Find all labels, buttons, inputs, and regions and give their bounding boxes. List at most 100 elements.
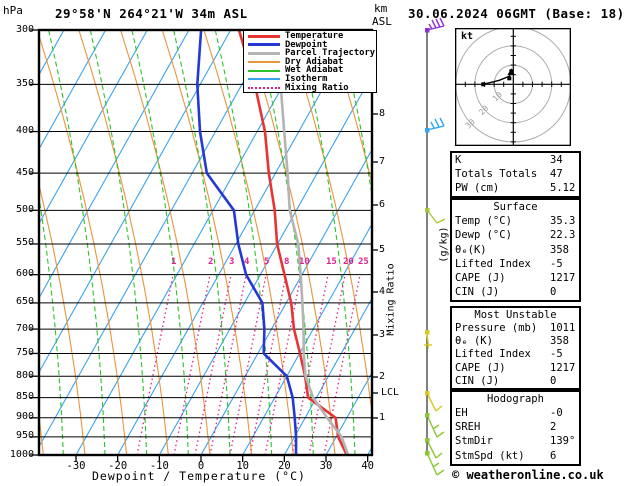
table-section-title: Hodograph xyxy=(487,393,544,405)
hodograph-stats-table: Hodograph EH -0 SREH 2 StmDir 139° StmSpd (kt) 6 xyxy=(450,390,581,466)
legend-line-sample-icon xyxy=(248,86,280,89)
temperature-tick-label: 10 xyxy=(236,460,249,472)
metric-value: -5 xyxy=(550,348,563,361)
pressure-tick-label: 400 xyxy=(15,125,34,137)
km-tick-label: 5 xyxy=(379,244,386,255)
mixing-ratio-axis-unit: (g/kg) xyxy=(438,226,450,263)
pressure-tick-label: 750 xyxy=(15,346,34,358)
dry-adiabat-line xyxy=(78,30,169,455)
table-row: Totals Totals 47 xyxy=(452,167,579,181)
metric-label: θₑ (K) xyxy=(455,335,493,348)
metric-label: θₑ(K) xyxy=(455,243,487,256)
temperature-tick-label: -10 xyxy=(149,460,169,472)
table-section-title: Most Unstable xyxy=(474,309,557,321)
station-coordinates-title: 29°58'N 264°21'W 34m ASL xyxy=(55,6,248,21)
temperature-curve xyxy=(237,30,348,455)
hodograph-trace-marker xyxy=(507,76,512,81)
metric-label: Temp (°C) xyxy=(455,215,512,227)
metric-value: 0 xyxy=(550,374,557,387)
km-tick-label: 3 xyxy=(379,329,386,340)
skewt-sounding-app: hPa 29°58'N 264°21'W 34m ASL km ASL 30.0… xyxy=(0,0,629,486)
metric-value: -0 xyxy=(550,407,563,419)
pressure-tick-label: 500 xyxy=(15,203,34,215)
temperature-tick-label: 0 xyxy=(197,460,205,472)
metric-value: 34 xyxy=(550,154,563,166)
km-tick-label: 2 xyxy=(379,371,386,382)
table-row: θₑ(K) 358 xyxy=(452,243,579,257)
mixing-ratio-value-label: 2 xyxy=(208,257,214,267)
wind-barb xyxy=(425,391,443,412)
metric-label: Totals Totals xyxy=(455,168,538,180)
legend-line-sample-icon xyxy=(248,69,280,72)
pressure-tick-label: 800 xyxy=(15,369,34,381)
table-section-title: Surface xyxy=(493,201,538,213)
metric-label: PW (cm) xyxy=(455,182,500,194)
mixing-ratio-value-label: 5 xyxy=(264,257,270,267)
parcel-trajectory-curve xyxy=(276,30,350,455)
table-row: CAPE (J) 1217 xyxy=(452,271,579,285)
km-tick-label: 6 xyxy=(379,199,386,210)
altitude-unit-km-label: km xyxy=(374,2,388,15)
metric-label: Lifted Index xyxy=(455,257,531,270)
pressure-tick-label: 900 xyxy=(15,411,34,423)
mixing-ratio-value-label: 25 xyxy=(358,257,369,267)
table-row: EH -0 xyxy=(452,406,579,420)
dry-adiabat-line xyxy=(328,30,372,187)
metric-value: 2 xyxy=(550,421,557,434)
metric-label: StmDir xyxy=(455,435,493,448)
temperature-tick-label: 30 xyxy=(319,460,333,472)
metric-label: StmSpd (kt) xyxy=(455,449,525,462)
legend-line-sample-icon xyxy=(248,78,280,81)
table-row: Lifted Index -5 xyxy=(452,348,579,361)
mixing-ratio-value-label: 4 xyxy=(244,257,250,267)
metric-value: -5 xyxy=(550,257,563,270)
legend-line-sample-icon xyxy=(248,34,280,38)
lcl-label: LCL xyxy=(381,387,400,398)
metric-label: Dewp (°C) xyxy=(455,229,512,242)
metric-label: K xyxy=(455,154,462,166)
dry-adiabat-line xyxy=(0,30,2,455)
metric-label: Pressure (mb) xyxy=(455,322,538,334)
mixing-ratio-line xyxy=(173,274,211,455)
km-tick-label: 7 xyxy=(379,156,386,167)
mixing-ratio-line xyxy=(194,274,232,455)
mixing-ratio-line xyxy=(308,274,346,455)
table-row: CAPE (J) 1217 xyxy=(452,362,579,375)
pressure-tick-label: 450 xyxy=(15,166,34,178)
metric-value: 22.3 xyxy=(550,229,576,242)
pressure-tick-label: 550 xyxy=(15,237,34,249)
metric-value: 47 xyxy=(550,168,563,180)
mixing-ratio-value-label: 1 xyxy=(171,257,177,267)
hodograph-ring-label: 20 xyxy=(477,104,490,117)
metric-value: 1217 xyxy=(550,361,576,374)
temperature-tick-label: -30 xyxy=(66,460,86,472)
table-row: CIN (J) 0 xyxy=(452,375,579,388)
pressure-tick-label: 950 xyxy=(15,430,34,442)
temperature-tick-label: 40 xyxy=(361,460,374,472)
mixing-ratio-value-label: 15 xyxy=(326,257,337,267)
wind-barb xyxy=(424,330,432,349)
altitude-unit-asl-label: ASL xyxy=(372,15,392,28)
km-tick-label: 8 xyxy=(379,108,386,119)
table-row: Lifted Index -5 xyxy=(452,257,579,271)
hodograph-trace xyxy=(483,70,512,85)
metric-label: CIN (J) xyxy=(455,374,500,387)
legend-item-label: Mixing Ratio xyxy=(285,82,349,93)
metric-value: 0 xyxy=(550,286,557,299)
pressure-unit-label: hPa xyxy=(3,4,23,17)
table-row: θₑ (K) 358 xyxy=(452,335,579,348)
mixing-ratio-axis-label: Mixing Ratio xyxy=(385,263,397,336)
table-row: PW (cm) 5.12 xyxy=(452,181,579,195)
metric-value: 35.3 xyxy=(550,215,576,227)
legend-item: Mixing Ratio xyxy=(248,82,376,93)
table-row: Dewp (°C) 22.3 xyxy=(452,228,579,242)
hodograph-trace-marker xyxy=(481,82,486,87)
metric-label: CAPE (J) xyxy=(455,272,506,285)
pressure-tick-label: 700 xyxy=(15,322,34,334)
mixing-ratio-value-label: 8 xyxy=(284,257,290,267)
metric-value: 6 xyxy=(550,449,557,462)
wind-barb xyxy=(425,413,445,438)
pressure-tick-label: 300 xyxy=(15,23,34,35)
dry-adiabat-line xyxy=(39,33,128,455)
metric-value: 1217 xyxy=(550,272,576,285)
